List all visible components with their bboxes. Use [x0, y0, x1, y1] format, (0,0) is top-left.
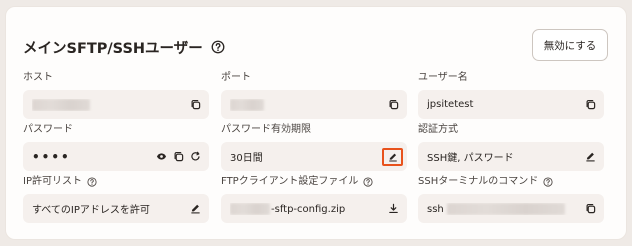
sftp-ssh-user-card: メインSFTP/SSHユーザー 無効にする ホスト ポート ユーザー名 jpsi…	[5, 6, 627, 240]
ssh-command-box: ssh	[418, 194, 604, 223]
auth-method-value: SSH鍵, パスワード	[427, 153, 514, 164]
password-label: パスワード	[23, 124, 73, 135]
help-icon[interactable]	[87, 177, 97, 187]
edit-password-expiry-button[interactable]	[382, 147, 403, 166]
port-value	[230, 98, 382, 111]
port-box	[221, 90, 407, 119]
section-title-text: メインSFTP/SSHユーザー	[23, 40, 203, 57]
ssh-command-label: SSHターミナルのコマンド	[418, 176, 539, 187]
username-box: jpsitetest	[418, 90, 604, 119]
password-expiry-label: パスワード有効期限	[221, 124, 311, 135]
ftp-config-label: FTPクライアント設定ファイル	[221, 176, 359, 187]
copy-icon[interactable]	[190, 99, 201, 110]
ip-allow-label: IP許可リスト	[23, 176, 82, 187]
regenerate-icon[interactable]	[190, 151, 201, 162]
password-expiry-box: 30日間	[221, 142, 407, 171]
ftp-config-value-wrap: -sftp-config.zip	[230, 202, 382, 215]
host-value	[32, 98, 184, 111]
port-label: ポート	[221, 72, 251, 83]
username-label: ユーザー名	[418, 72, 468, 83]
copy-icon[interactable]	[173, 151, 184, 162]
host-box	[23, 90, 209, 119]
port-field: ポート	[221, 71, 407, 119]
ssh-command-value: ssh	[427, 203, 444, 215]
ftp-config-field: FTPクライアント設定ファイル -sftp-config.zip	[221, 175, 407, 223]
ip-allow-field: IP許可リスト すべてのIPアドレスを許可	[23, 175, 209, 223]
host-label: ホスト	[23, 72, 53, 83]
ip-allow-label-row: IP許可リスト	[23, 175, 209, 189]
help-icon[interactable]	[211, 40, 225, 54]
eye-icon[interactable]	[156, 151, 167, 162]
pencil-icon	[388, 152, 398, 162]
ip-allow-value: すべてのIPアドレスを許可	[32, 205, 150, 216]
auth-method-field: 認証方式 SSH鍵, パスワード	[418, 123, 604, 171]
password-box: ••••	[23, 142, 209, 171]
ftp-config-value: -sftp-config.zip	[271, 203, 346, 215]
copy-icon[interactable]	[585, 203, 596, 214]
pencil-icon[interactable]	[585, 151, 596, 162]
password-expiry-value: 30日間	[230, 153, 263, 164]
password-field: パスワード ••••	[23, 123, 209, 171]
ssh-command-field: SSHターミナルのコマンド ssh	[418, 175, 604, 223]
section-title: メインSFTP/SSHユーザー	[23, 36, 225, 58]
password-value: ••••	[32, 149, 71, 164]
help-icon[interactable]	[363, 177, 373, 187]
copy-icon[interactable]	[388, 99, 399, 110]
username-field: ユーザー名 jpsitetest	[418, 71, 604, 119]
auth-method-box: SSH鍵, パスワード	[418, 142, 604, 171]
disable-button[interactable]: 無効にする	[532, 29, 608, 61]
host-field: ホスト	[23, 71, 209, 119]
download-icon[interactable]	[388, 203, 399, 214]
copy-icon[interactable]	[585, 99, 596, 110]
username-value: jpsitetest	[427, 99, 474, 110]
ip-allow-box: すべてのIPアドレスを許可	[23, 194, 209, 223]
ssh-command-value-wrap: ssh	[427, 202, 579, 215]
password-expiry-field: パスワード有効期限 30日間	[221, 123, 407, 171]
ftp-config-label-row: FTPクライアント設定ファイル	[221, 175, 407, 189]
auth-method-label: 認証方式	[418, 124, 458, 135]
ssh-command-label-row: SSHターミナルのコマンド	[418, 175, 604, 189]
pencil-icon[interactable]	[190, 203, 201, 214]
ftp-config-box: -sftp-config.zip	[221, 194, 407, 223]
help-icon[interactable]	[543, 177, 553, 187]
